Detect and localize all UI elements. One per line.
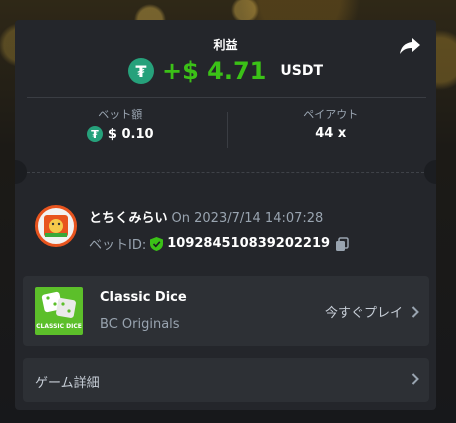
currency-label: USDT bbox=[280, 63, 323, 79]
game-thumbnail-text: CLASSIC DICE bbox=[36, 323, 82, 330]
game-details-label: ゲーム詳細 bbox=[35, 376, 100, 391]
username[interactable]: とちくみらい bbox=[89, 211, 168, 226]
chevron-right-icon bbox=[411, 305, 419, 318]
bet-amount-value: $ 0.10 bbox=[107, 126, 154, 142]
copy-icon[interactable] bbox=[334, 236, 350, 252]
bet-id-line: ベットID: 109284510839202219 bbox=[89, 234, 350, 253]
bet-stats: ベット額 ₮ $ 0.10 ペイアウト 44 x bbox=[15, 106, 436, 142]
avatar-image bbox=[44, 215, 68, 237]
profit-section: 利益 ₮ +$ 4.71 USDT bbox=[15, 20, 436, 96]
dashed-divider bbox=[27, 172, 424, 173]
user-info: とちくみらい On 2023/7/14 14:07:28 ベットID: 10928… bbox=[89, 205, 350, 253]
bet-amount-value-row: ₮ $ 0.10 bbox=[15, 126, 226, 142]
payout-label: ペイアウト bbox=[303, 108, 359, 121]
game-details-row[interactable]: ゲーム詳細 bbox=[23, 358, 429, 402]
game-card[interactable]: CLASSIC DICE Classic Dice BC Originals 今… bbox=[23, 276, 429, 346]
user-line: とちくみらい On 2023/7/14 14:07:28 bbox=[89, 207, 350, 226]
game-provider: BC Originals bbox=[100, 317, 180, 332]
bet-timestamp: On 2023/7/14 14:07:28 bbox=[171, 211, 324, 226]
ticket-notch-right bbox=[424, 160, 436, 184]
game-name: Classic Dice bbox=[100, 290, 187, 305]
bet-id-label: ベットID: bbox=[89, 238, 147, 253]
bet-amount-stat: ベット額 ₮ $ 0.10 bbox=[15, 106, 226, 142]
avatar[interactable] bbox=[35, 205, 77, 247]
ticket-notch-left bbox=[15, 160, 27, 184]
bet-id: 109284510839202219 bbox=[167, 236, 331, 251]
user-section: とちくみらい On 2023/7/14 14:07:28 ベットID: 10928… bbox=[35, 205, 350, 253]
stats-separator bbox=[227, 112, 228, 148]
payout-value: 44 x bbox=[315, 126, 347, 141]
bet-amount-label: ベット額 bbox=[98, 108, 143, 121]
play-now-button[interactable]: 今すぐプレイ bbox=[325, 302, 419, 321]
game-thumbnail: CLASSIC DICE bbox=[35, 287, 83, 335]
divider bbox=[27, 97, 426, 98]
profit-label: 利益 bbox=[213, 38, 238, 52]
chevron-right-icon bbox=[411, 373, 419, 385]
tether-icon: ₮ bbox=[86, 126, 103, 142]
tether-icon: ₮ bbox=[127, 58, 154, 84]
play-now-label: 今すぐプレイ bbox=[324, 306, 403, 321]
profit-amount: +$ 4.71 bbox=[161, 57, 267, 85]
share-icon[interactable] bbox=[398, 34, 422, 58]
payout-stat: ペイアウト 44 x bbox=[226, 106, 437, 142]
shield-check-icon bbox=[150, 236, 164, 251]
bet-detail-card: 利益 ₮ +$ 4.71 USDT ベット額 ₮ $ 0.10 ペイアウト 44… bbox=[15, 20, 436, 410]
profit-row: ₮ +$ 4.71 USDT bbox=[15, 57, 436, 85]
